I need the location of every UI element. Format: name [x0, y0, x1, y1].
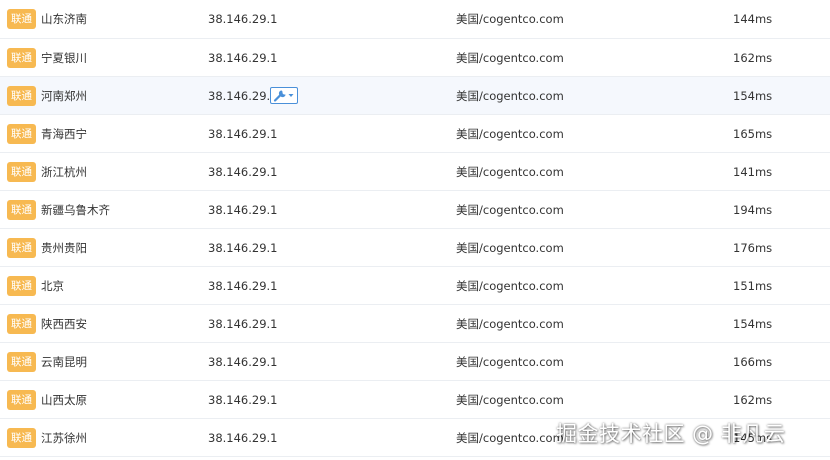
isp-cell: 美国/cogentco.com: [456, 165, 564, 179]
ip-cell: 38.146.29.1: [208, 317, 278, 331]
latency-cell: 162ms: [733, 51, 773, 65]
carrier-badge: 联通: [7, 162, 36, 182]
table-row: 联通 山东济南 38.146.29.1 美国/cogentco.com 144m…: [0, 0, 830, 39]
location-cell: 河南郑州: [41, 89, 87, 103]
location-cell: 贵州贵阳: [41, 241, 87, 255]
table-row: 联通 河南郑州 38.146.29.1 美国/cogentco.com 154m…: [0, 77, 830, 115]
table-row: 联通 山西太原 38.146.29.1 美国/cogentco.com 162m…: [0, 381, 830, 419]
ip-cell: 38.146.29.1: [208, 241, 278, 255]
carrier-badge: 联通: [7, 124, 36, 144]
isp-cell: 美国/cogentco.com: [456, 241, 564, 255]
latency-cell: 144ms: [733, 12, 773, 26]
table-row: 联通 宁夏银川 38.146.29.1 美国/cogentco.com 162m…: [0, 39, 830, 77]
latency-cell: 176ms: [733, 241, 773, 255]
location-cell: 新疆乌鲁木齐: [41, 203, 110, 217]
ip-cell: 38.146.29.1: [208, 12, 278, 26]
location-cell: 青海西宁: [41, 127, 87, 141]
caret-down-icon: [288, 94, 294, 97]
carrier-badge: 联通: [7, 48, 36, 68]
location-cell: 北京: [41, 279, 64, 293]
carrier-badge: 联通: [7, 352, 36, 372]
latency-cell: 162ms: [733, 393, 773, 407]
table-row: 联通 云南昆明 38.146.29.1 美国/cogentco.com 166m…: [0, 343, 830, 381]
table-row: 联通 新疆乌鲁木齐 38.146.29.1 美国/cogentco.com 19…: [0, 191, 830, 229]
latency-cell: 154ms: [733, 89, 773, 103]
table-row: 联通 贵州贵阳 38.146.29.1 美国/cogentco.com 176m…: [0, 229, 830, 267]
tool-dropdown-button[interactable]: [270, 87, 298, 104]
carrier-badge: 联通: [7, 238, 36, 258]
isp-cell: 美国/cogentco.com: [456, 317, 564, 331]
latency-cell: 151ms: [733, 279, 773, 293]
isp-cell: 美国/cogentco.com: [456, 355, 564, 369]
latency-cell: 141ms: [733, 165, 773, 179]
carrier-badge: 联通: [7, 428, 36, 448]
table-row: 联通 北京 38.146.29.1 美国/cogentco.com 151ms: [0, 267, 830, 305]
location-cell: 陕西西安: [41, 317, 87, 331]
ip-cell: 38.146.29.1: [208, 165, 278, 179]
ip-cell: 38.146.29.1: [208, 51, 278, 65]
ip-cell: 38.146.29.1: [208, 89, 278, 103]
isp-cell: 美国/cogentco.com: [456, 51, 564, 65]
isp-cell: 美国/cogentco.com: [456, 393, 564, 407]
location-cell: 江苏徐州: [41, 431, 87, 445]
table-row: 联通 陕西西安 38.146.29.1 美国/cogentco.com 154m…: [0, 305, 830, 343]
isp-cell: 美国/cogentco.com: [456, 127, 564, 141]
latency-cell: 194ms: [733, 203, 773, 217]
ip-cell: 38.146.29.1: [208, 355, 278, 369]
ip-cell: 38.146.29.1: [208, 431, 278, 445]
isp-cell: 美国/cogentco.com: [456, 203, 564, 217]
isp-cell: 美国/cogentco.com: [456, 12, 564, 26]
table-row: 联通 青海西宁 38.146.29.1 美国/cogentco.com 165m…: [0, 115, 830, 153]
watermark: 掘金技术社区 @ 非凡云: [556, 422, 786, 446]
isp-cell: 美国/cogentco.com: [456, 431, 564, 445]
location-cell: 云南昆明: [41, 355, 87, 369]
carrier-badge: 联通: [7, 276, 36, 296]
location-cell: 宁夏银川: [41, 51, 87, 65]
wrench-icon: [273, 90, 286, 102]
isp-cell: 美国/cogentco.com: [456, 89, 564, 103]
latency-cell: 165ms: [733, 127, 773, 141]
ip-cell: 38.146.29.1: [208, 279, 278, 293]
ip-cell: 38.146.29.1: [208, 127, 278, 141]
isp-cell: 美国/cogentco.com: [456, 279, 564, 293]
latency-cell: 166ms: [733, 355, 773, 369]
carrier-badge: 联通: [7, 9, 36, 29]
results-table: 联通 山东济南 38.146.29.1 美国/cogentco.com 144m…: [0, 0, 830, 457]
location-cell: 山西太原: [41, 393, 87, 407]
location-cell: 浙江杭州: [41, 165, 87, 179]
carrier-badge: 联通: [7, 390, 36, 410]
carrier-badge: 联通: [7, 86, 36, 106]
carrier-badge: 联通: [7, 314, 36, 334]
carrier-badge: 联通: [7, 200, 36, 220]
table-row: 联通 浙江杭州 38.146.29.1 美国/cogentco.com 141m…: [0, 153, 830, 191]
ip-cell: 38.146.29.1: [208, 203, 278, 217]
ip-cell: 38.146.29.1: [208, 393, 278, 407]
location-cell: 山东济南: [41, 12, 87, 26]
latency-cell: 154ms: [733, 317, 773, 331]
